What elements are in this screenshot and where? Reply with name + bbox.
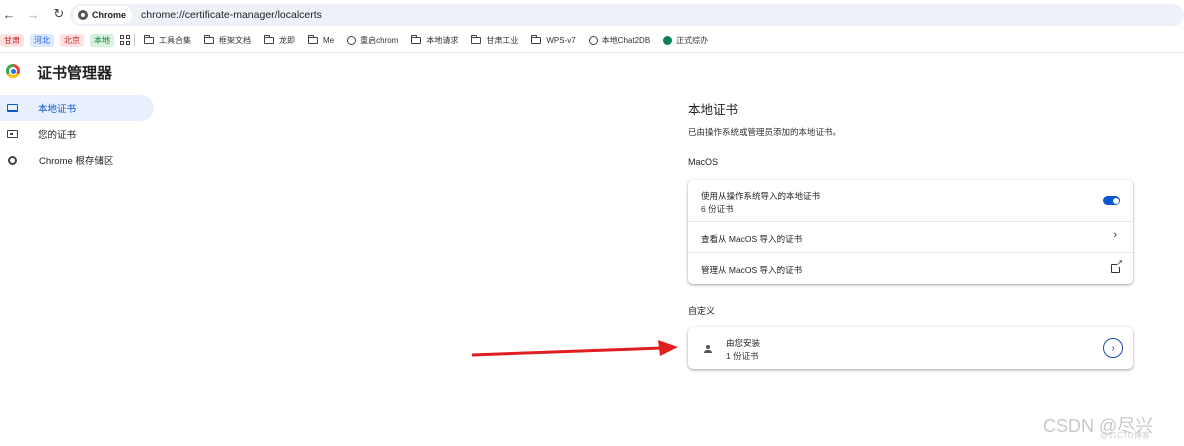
- arrow-shaft: [471, 346, 663, 357]
- watermark-small: @51CTO博客: [1100, 431, 1150, 440]
- arrow-head: [658, 340, 678, 356]
- annotation-arrow: [471, 340, 678, 357]
